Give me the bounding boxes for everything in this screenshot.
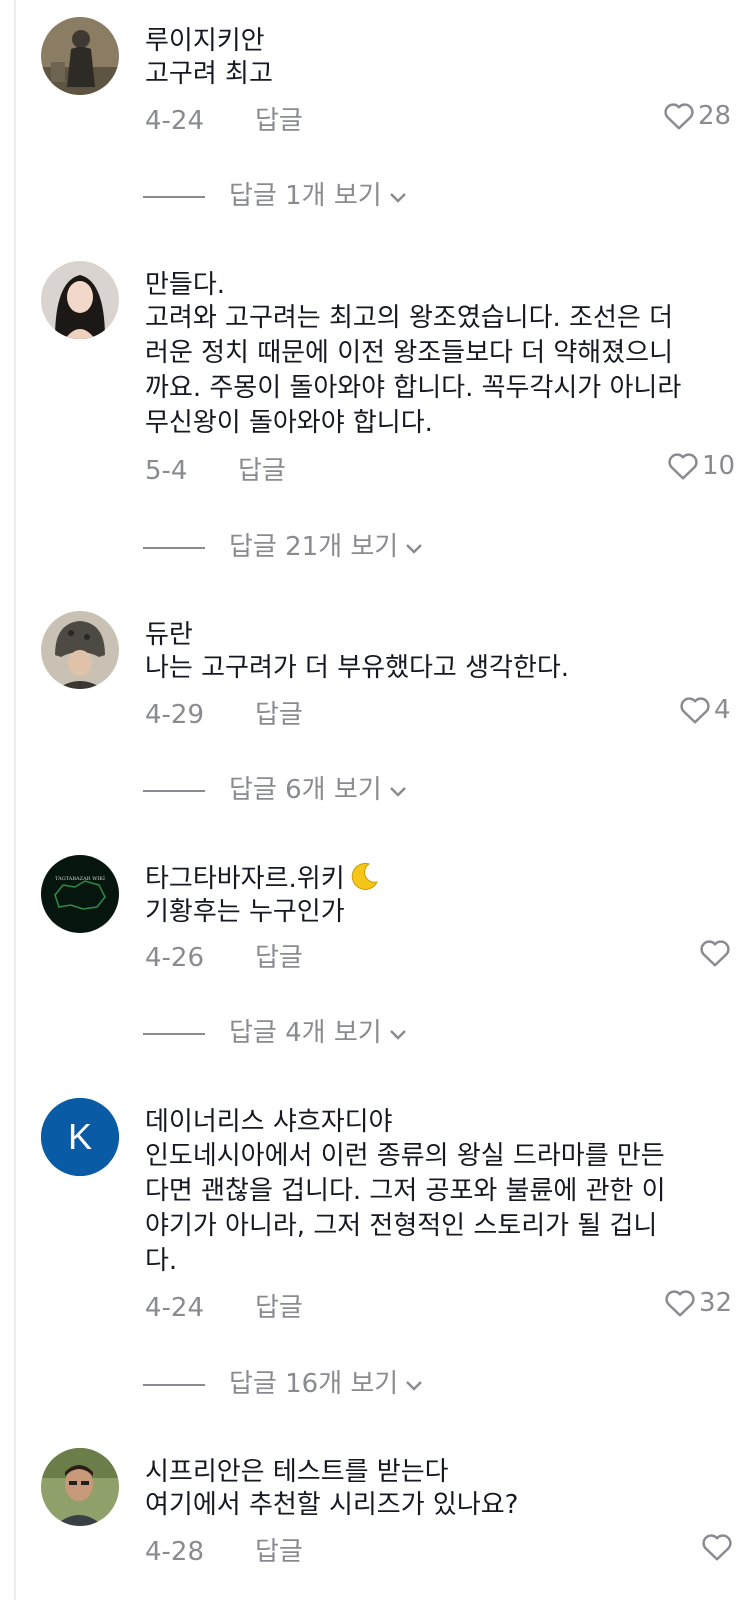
avatar[interactable] bbox=[41, 1448, 119, 1526]
heart-icon bbox=[700, 939, 730, 966]
comment-meta: 4-29 답글 bbox=[145, 694, 303, 731]
heart-icon bbox=[665, 1289, 695, 1316]
heart-icon bbox=[680, 696, 710, 723]
woman-portrait-avatar-icon bbox=[41, 261, 119, 339]
chevron-down-icon bbox=[404, 533, 424, 563]
comment-username[interactable]: 루이지키안 bbox=[145, 20, 265, 57]
view-replies-button[interactable]: 답글 1개 보기 bbox=[143, 175, 408, 212]
comment-meta: 5-4 답글 bbox=[145, 450, 286, 487]
view-replies-button[interactable]: 답글 21개 보기 bbox=[143, 526, 424, 563]
left-edge-divider bbox=[14, 0, 16, 1600]
chevron-down-icon bbox=[388, 182, 408, 212]
comment-username[interactable]: 시프리안은 테스트를 받는다 bbox=[145, 1451, 449, 1488]
avatar[interactable] bbox=[41, 611, 119, 689]
divider-line bbox=[143, 195, 205, 198]
comment-username[interactable]: 데이너리스 샤흐자디야 bbox=[145, 1101, 392, 1138]
reply-button[interactable]: 답글 bbox=[255, 694, 303, 731]
divider-line bbox=[143, 1383, 205, 1386]
crescent-moon-icon bbox=[347, 860, 379, 899]
view-replies-button[interactable]: 답글 16개 보기 bbox=[143, 1363, 424, 1400]
like-button[interactable]: 28 bbox=[662, 100, 731, 131]
comment-date: 5-4 bbox=[145, 456, 188, 486]
chevron-down-icon bbox=[388, 776, 408, 806]
letter-avatar-icon: K bbox=[41, 1098, 119, 1176]
comment-text: 인도네시아에서 이런 종류의 왕실 드라마를 만든 다면 괜찮을 겁니다. 그저… bbox=[145, 1141, 666, 1276]
like-button[interactable] bbox=[698, 937, 734, 968]
like-button[interactable]: 4 bbox=[678, 694, 731, 725]
reply-button[interactable]: 답글 bbox=[255, 1287, 303, 1324]
avatar[interactable] bbox=[41, 17, 119, 95]
comment-username[interactable]: 만들다. bbox=[145, 264, 225, 301]
comment-text: 나는 고구려가 더 부유했다고 생각한다. bbox=[145, 653, 570, 683]
like-button[interactable]: 10 bbox=[666, 450, 735, 481]
avatar[interactable]: K bbox=[41, 1098, 119, 1176]
comment-text: 고려와 고구려는 최고의 왕조였습니다. 조선은 더 러운 정치 때문에 이전 … bbox=[145, 303, 682, 438]
avatar[interactable] bbox=[41, 261, 119, 339]
like-button[interactable]: 32 bbox=[663, 1287, 732, 1318]
chevron-down-icon bbox=[388, 1019, 408, 1049]
reply-button[interactable]: 답글 bbox=[255, 100, 303, 137]
username-text: 타그타바자르.위키 bbox=[145, 864, 345, 894]
divider-line bbox=[143, 789, 205, 792]
comment-username[interactable]: 타그타바자르.위키 bbox=[145, 858, 379, 899]
comment-date: 4-28 bbox=[145, 1537, 205, 1567]
like-count: 28 bbox=[698, 100, 732, 131]
comment-meta: 4-28 답글 bbox=[145, 1531, 303, 1568]
reply-button[interactable]: 답글 bbox=[238, 450, 286, 487]
heart-icon bbox=[702, 1533, 732, 1560]
helmet-portrait-avatar-icon bbox=[41, 611, 119, 689]
reply-button[interactable]: 답글 bbox=[255, 937, 303, 974]
view-replies-label: 답글 1개 보기 bbox=[229, 181, 382, 211]
comment-date: 4-24 bbox=[145, 106, 205, 136]
like-count: 4 bbox=[714, 694, 731, 725]
avatar-letter: K bbox=[68, 1116, 92, 1157]
view-replies-button[interactable]: 답글 4개 보기 bbox=[143, 1012, 408, 1049]
view-replies-label: 답글 6개 보기 bbox=[229, 775, 382, 805]
view-replies-button[interactable]: 답글 6개 보기 bbox=[143, 769, 408, 806]
comment-username[interactable]: 듀란 bbox=[145, 614, 193, 651]
map-logo-avatar-icon: TAGTABAZAR WIKI bbox=[41, 855, 119, 933]
man-portrait-avatar-icon bbox=[41, 1448, 119, 1526]
view-replies-label: 답글 4개 보기 bbox=[229, 1018, 382, 1048]
view-replies-label: 답글 16개 보기 bbox=[229, 1369, 399, 1399]
like-button[interactable] bbox=[700, 1531, 736, 1562]
comment-date: 4-26 bbox=[145, 943, 205, 973]
comment-meta: 4-24 답글 bbox=[145, 1287, 303, 1324]
reply-button[interactable]: 답글 bbox=[255, 1531, 303, 1568]
heart-icon bbox=[668, 452, 698, 479]
comment-meta: 4-26 답글 bbox=[145, 937, 303, 974]
divider-line bbox=[143, 546, 205, 549]
like-count: 10 bbox=[702, 450, 736, 481]
comment-meta: 4-24 답글 bbox=[145, 100, 303, 137]
view-replies-label: 답글 21개 보기 bbox=[229, 532, 399, 562]
comment-text: 여기에서 추천할 시리즈가 있나요? bbox=[145, 1490, 519, 1520]
comment-text: 고구려 최고 bbox=[145, 59, 273, 89]
avatar[interactable]: TAGTABAZAR WIKI bbox=[41, 855, 119, 933]
heart-icon bbox=[664, 102, 694, 129]
avatar-logo-text: TAGTABAZAR WIKI bbox=[55, 876, 105, 882]
divider-line bbox=[143, 1032, 205, 1035]
comment-date: 4-24 bbox=[145, 1293, 205, 1323]
chevron-down-icon bbox=[404, 1370, 424, 1400]
like-count: 32 bbox=[699, 1287, 733, 1318]
comment-date: 4-29 bbox=[145, 700, 205, 730]
person-silhouette-avatar-icon bbox=[41, 17, 119, 95]
comment-text: 기황후는 누구인가 bbox=[145, 897, 345, 927]
